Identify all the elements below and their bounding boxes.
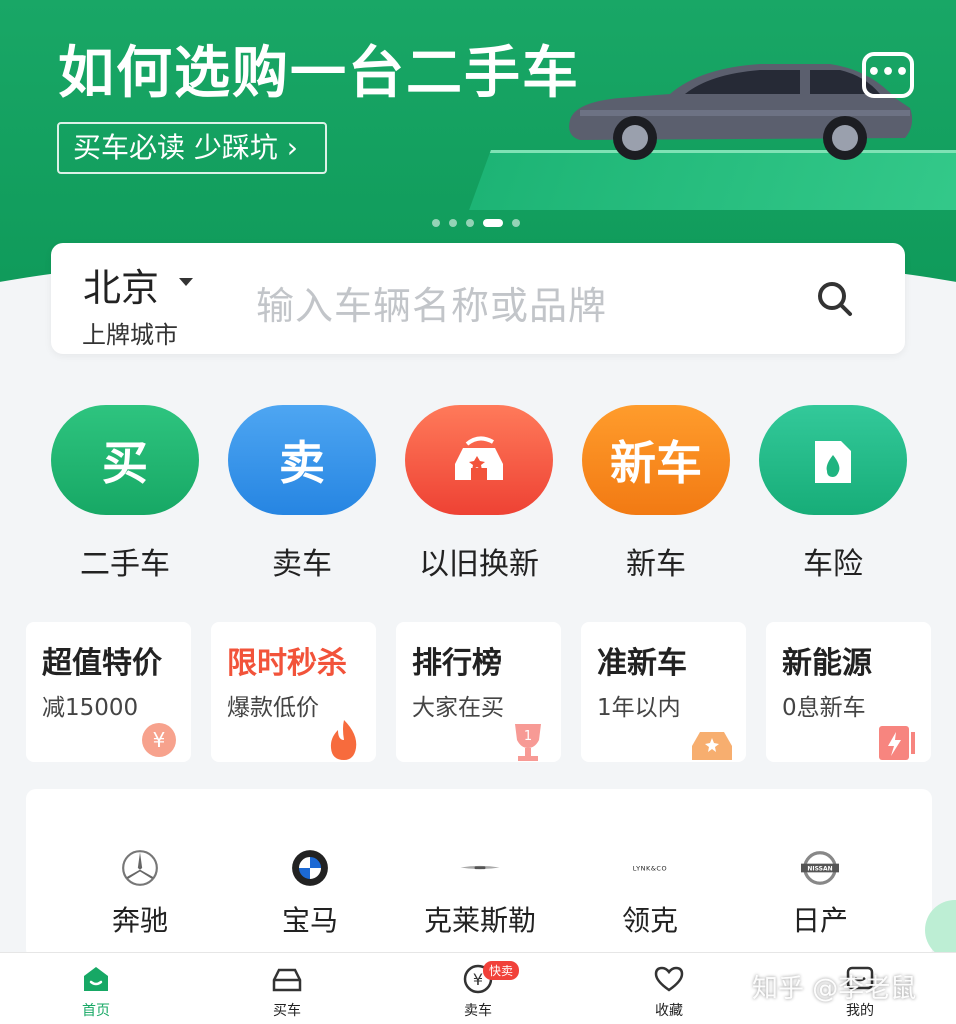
search-icon[interactable] (815, 279, 855, 319)
card-title: 新能源 (782, 646, 872, 681)
brand-chrysler[interactable]: 克莱斯勒 (420, 849, 540, 939)
search-input[interactable]: 输入车辆名称或品牌 (256, 275, 607, 330)
nav-label: 卖车 (464, 1003, 492, 1019)
entry-label: 车险 (803, 547, 863, 582)
card-subtitle: 1年以内 (597, 695, 681, 721)
charging-icon (879, 726, 915, 760)
sparkle-car-icon (692, 732, 732, 760)
card-title: 排行榜 (412, 646, 502, 681)
entry-used-car[interactable]: 买 二手车 (50, 405, 200, 583)
entry-label: 新车 (626, 547, 686, 582)
nav-label: 买车 (273, 1003, 301, 1019)
brand-grid: 奔驰 宝马 克莱斯勒 LYNK&CO 领克 NISSAN 日产 (26, 789, 932, 959)
new-car-glyph: 新车 (610, 436, 702, 490)
brand-label: 日产 (791, 904, 848, 937)
brand-bmw[interactable]: 宝马 (250, 849, 370, 939)
home-icon (84, 967, 108, 991)
carousel-dot[interactable] (466, 219, 474, 227)
trophy-icon: 1 (515, 724, 541, 761)
carousel-dot[interactable] (512, 219, 520, 227)
nav-favorites[interactable]: 收藏 (624, 963, 714, 1020)
banner-subtitle-button[interactable]: 买车必读 少踩坑 › (57, 122, 327, 174)
card-bargain[interactable]: 超值特价 减15000 ¥ (26, 622, 191, 762)
main-entry-grid: 买 二手车 卖 卖车 以旧换新 新车 新车 车险 (50, 405, 910, 585)
nav-sell-car[interactable]: ¥ 快卖 卖车 (433, 961, 523, 1020)
used-car-icon: 买 (51, 405, 199, 515)
carousel-dot[interactable] (432, 219, 440, 227)
chat-bubble-icon[interactable]: ••• (862, 52, 914, 98)
entry-label: 卖车 (272, 547, 332, 582)
card-flash-sale[interactable]: 限时秒杀 爆款低价 (211, 622, 376, 762)
card-title: 限时秒杀 (227, 646, 347, 681)
card-subtitle: 大家在买 (412, 695, 504, 721)
search-card: 北京 上牌城市 输入车辆名称或品牌 (51, 243, 905, 354)
flame-icon (330, 720, 357, 760)
coin-yen-icon: ¥ (142, 723, 176, 757)
caret-down-icon[interactable] (179, 278, 193, 286)
car-swap-icon (455, 436, 503, 480)
sell-car-glyph: 卖 (279, 436, 325, 490)
carousel-dots (432, 219, 520, 227)
carousel-dot-active[interactable] (483, 219, 503, 227)
brand-mercedes[interactable]: 奔驰 (80, 849, 200, 939)
svg-text:1: 1 (524, 729, 532, 744)
card-subtitle: 减15000 (42, 695, 139, 721)
entry-label: 二手车 (80, 547, 170, 582)
heart-icon (654, 966, 684, 992)
city-selector[interactable]: 北京 (83, 257, 159, 312)
card-new-energy[interactable]: 新能源 0息新车 (766, 622, 931, 762)
feature-cards: 超值特价 减15000 ¥ 限时秒杀 爆款低价 排行榜 大家在买 1 准新车 1… (26, 622, 932, 764)
entry-label: 以旧换新 (419, 547, 539, 582)
used-car-glyph: 买 (102, 436, 148, 490)
entry-trade-in[interactable]: 以旧换新 (404, 405, 554, 583)
nissan-logo: NISSAN (801, 851, 839, 885)
card-title: 超值特价 (42, 646, 162, 681)
svg-text:¥: ¥ (153, 728, 166, 752)
insurance-icon (759, 405, 907, 515)
watermark: 知乎 @李老鼠 (752, 974, 917, 1004)
quick-sell-badge: 快卖 (483, 961, 520, 980)
brand-label: 奔驰 (111, 904, 168, 937)
car-icon (272, 968, 302, 992)
nav-label: 收藏 (655, 1003, 683, 1019)
brand-label: 宝马 (281, 904, 338, 937)
lynkco-logo: LYNK&CO (633, 865, 667, 873)
entry-insurance[interactable]: 车险 (758, 405, 908, 583)
entry-sell-car[interactable]: 卖 卖车 (227, 405, 377, 583)
svg-text:NISSAN: NISSAN (807, 866, 832, 873)
card-ranking[interactable]: 排行榜 大家在买 1 (396, 622, 561, 762)
nav-home[interactable]: 首页 (51, 963, 141, 1020)
card-nearly-new[interactable]: 准新车 1年以内 (581, 622, 746, 762)
fuel-can-icon (815, 441, 851, 483)
banner-title: 如何选购一台二手车 (58, 41, 580, 106)
chrysler-logo (460, 865, 500, 870)
nav-label: 首页 (82, 1003, 110, 1019)
nav-buy-car[interactable]: 买车 (242, 963, 332, 1020)
brand-label: 领克 (621, 904, 678, 937)
sell-car-icon: 卖 (228, 405, 376, 515)
new-car-icon: 新车 (582, 405, 730, 515)
svg-text:LYNK&CO: LYNK&CO (633, 865, 667, 873)
brand-lynkco[interactable]: LYNK&CO 领克 (590, 849, 710, 939)
card-subtitle: 0息新车 (782, 695, 866, 721)
brand-nissan[interactable]: NISSAN 日产 (760, 849, 880, 939)
carousel-dot[interactable] (449, 219, 457, 227)
svg-text:¥: ¥ (473, 970, 483, 989)
brand-label: 克莱斯勒 (423, 904, 536, 937)
mercedes-logo (122, 850, 158, 886)
entry-new-car[interactable]: 新车 新车 (581, 405, 731, 583)
trade-in-icon (405, 405, 553, 515)
card-title: 准新车 (597, 646, 687, 681)
bmw-logo (292, 850, 328, 886)
city-sub-label: 上牌城市 (82, 321, 178, 349)
